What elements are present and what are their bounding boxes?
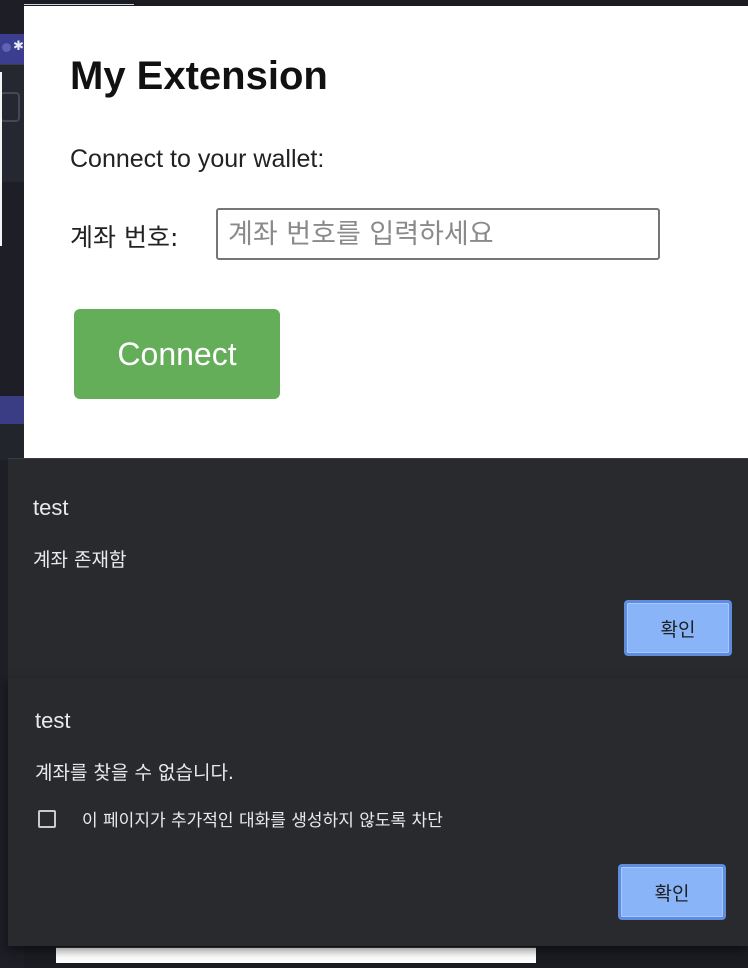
background-toolbar-button (0, 92, 20, 122)
block-dialogs-checkbox[interactable] (38, 809, 56, 828)
account-number-input[interactable] (216, 208, 660, 260)
background-divider (24, 4, 134, 5)
dialog-message: 계좌를 찾을 수 없습니다. (35, 762, 234, 784)
popup-subtitle: Connect to your wallet: (70, 145, 325, 173)
alert-dialog-account-exists: test 계좌 존재함 확인 (8, 458, 748, 678)
account-number-label: 계좌 번호: (70, 223, 179, 252)
extension-popup: My Extension Connect to your wallet: 계좌 … (24, 6, 748, 458)
ok-button[interactable]: 확인 (624, 600, 732, 656)
ok-button[interactable]: 확인 (618, 864, 726, 920)
background-bottom-bar (56, 947, 536, 963)
background-purple-bar (0, 396, 24, 424)
background-page-edge (0, 72, 2, 246)
popup-title: My Extension (70, 54, 328, 98)
dialog-title: test (33, 495, 69, 520)
connect-button[interactable]: Connect (74, 309, 280, 399)
block-dialogs-row[interactable]: 이 페이지가 추가적인 대화를 생성하지 않도록 차단 (38, 806, 443, 831)
tab-favicon-icon (2, 43, 11, 52)
dialog-message: 계좌 존재함 (33, 549, 127, 571)
star-icon: ✱ (13, 39, 24, 54)
block-dialogs-label: 이 페이지가 추가적인 대화를 생성하지 않도록 차단 (82, 811, 443, 831)
background-toolbar (0, 64, 24, 182)
dialog-title: test (35, 708, 71, 733)
background-panel (0, 424, 24, 460)
alert-dialog-account-not-found: test 계좌를 찾을 수 없습니다. 이 페이지가 추가적인 대화를 생성하지… (8, 678, 748, 946)
